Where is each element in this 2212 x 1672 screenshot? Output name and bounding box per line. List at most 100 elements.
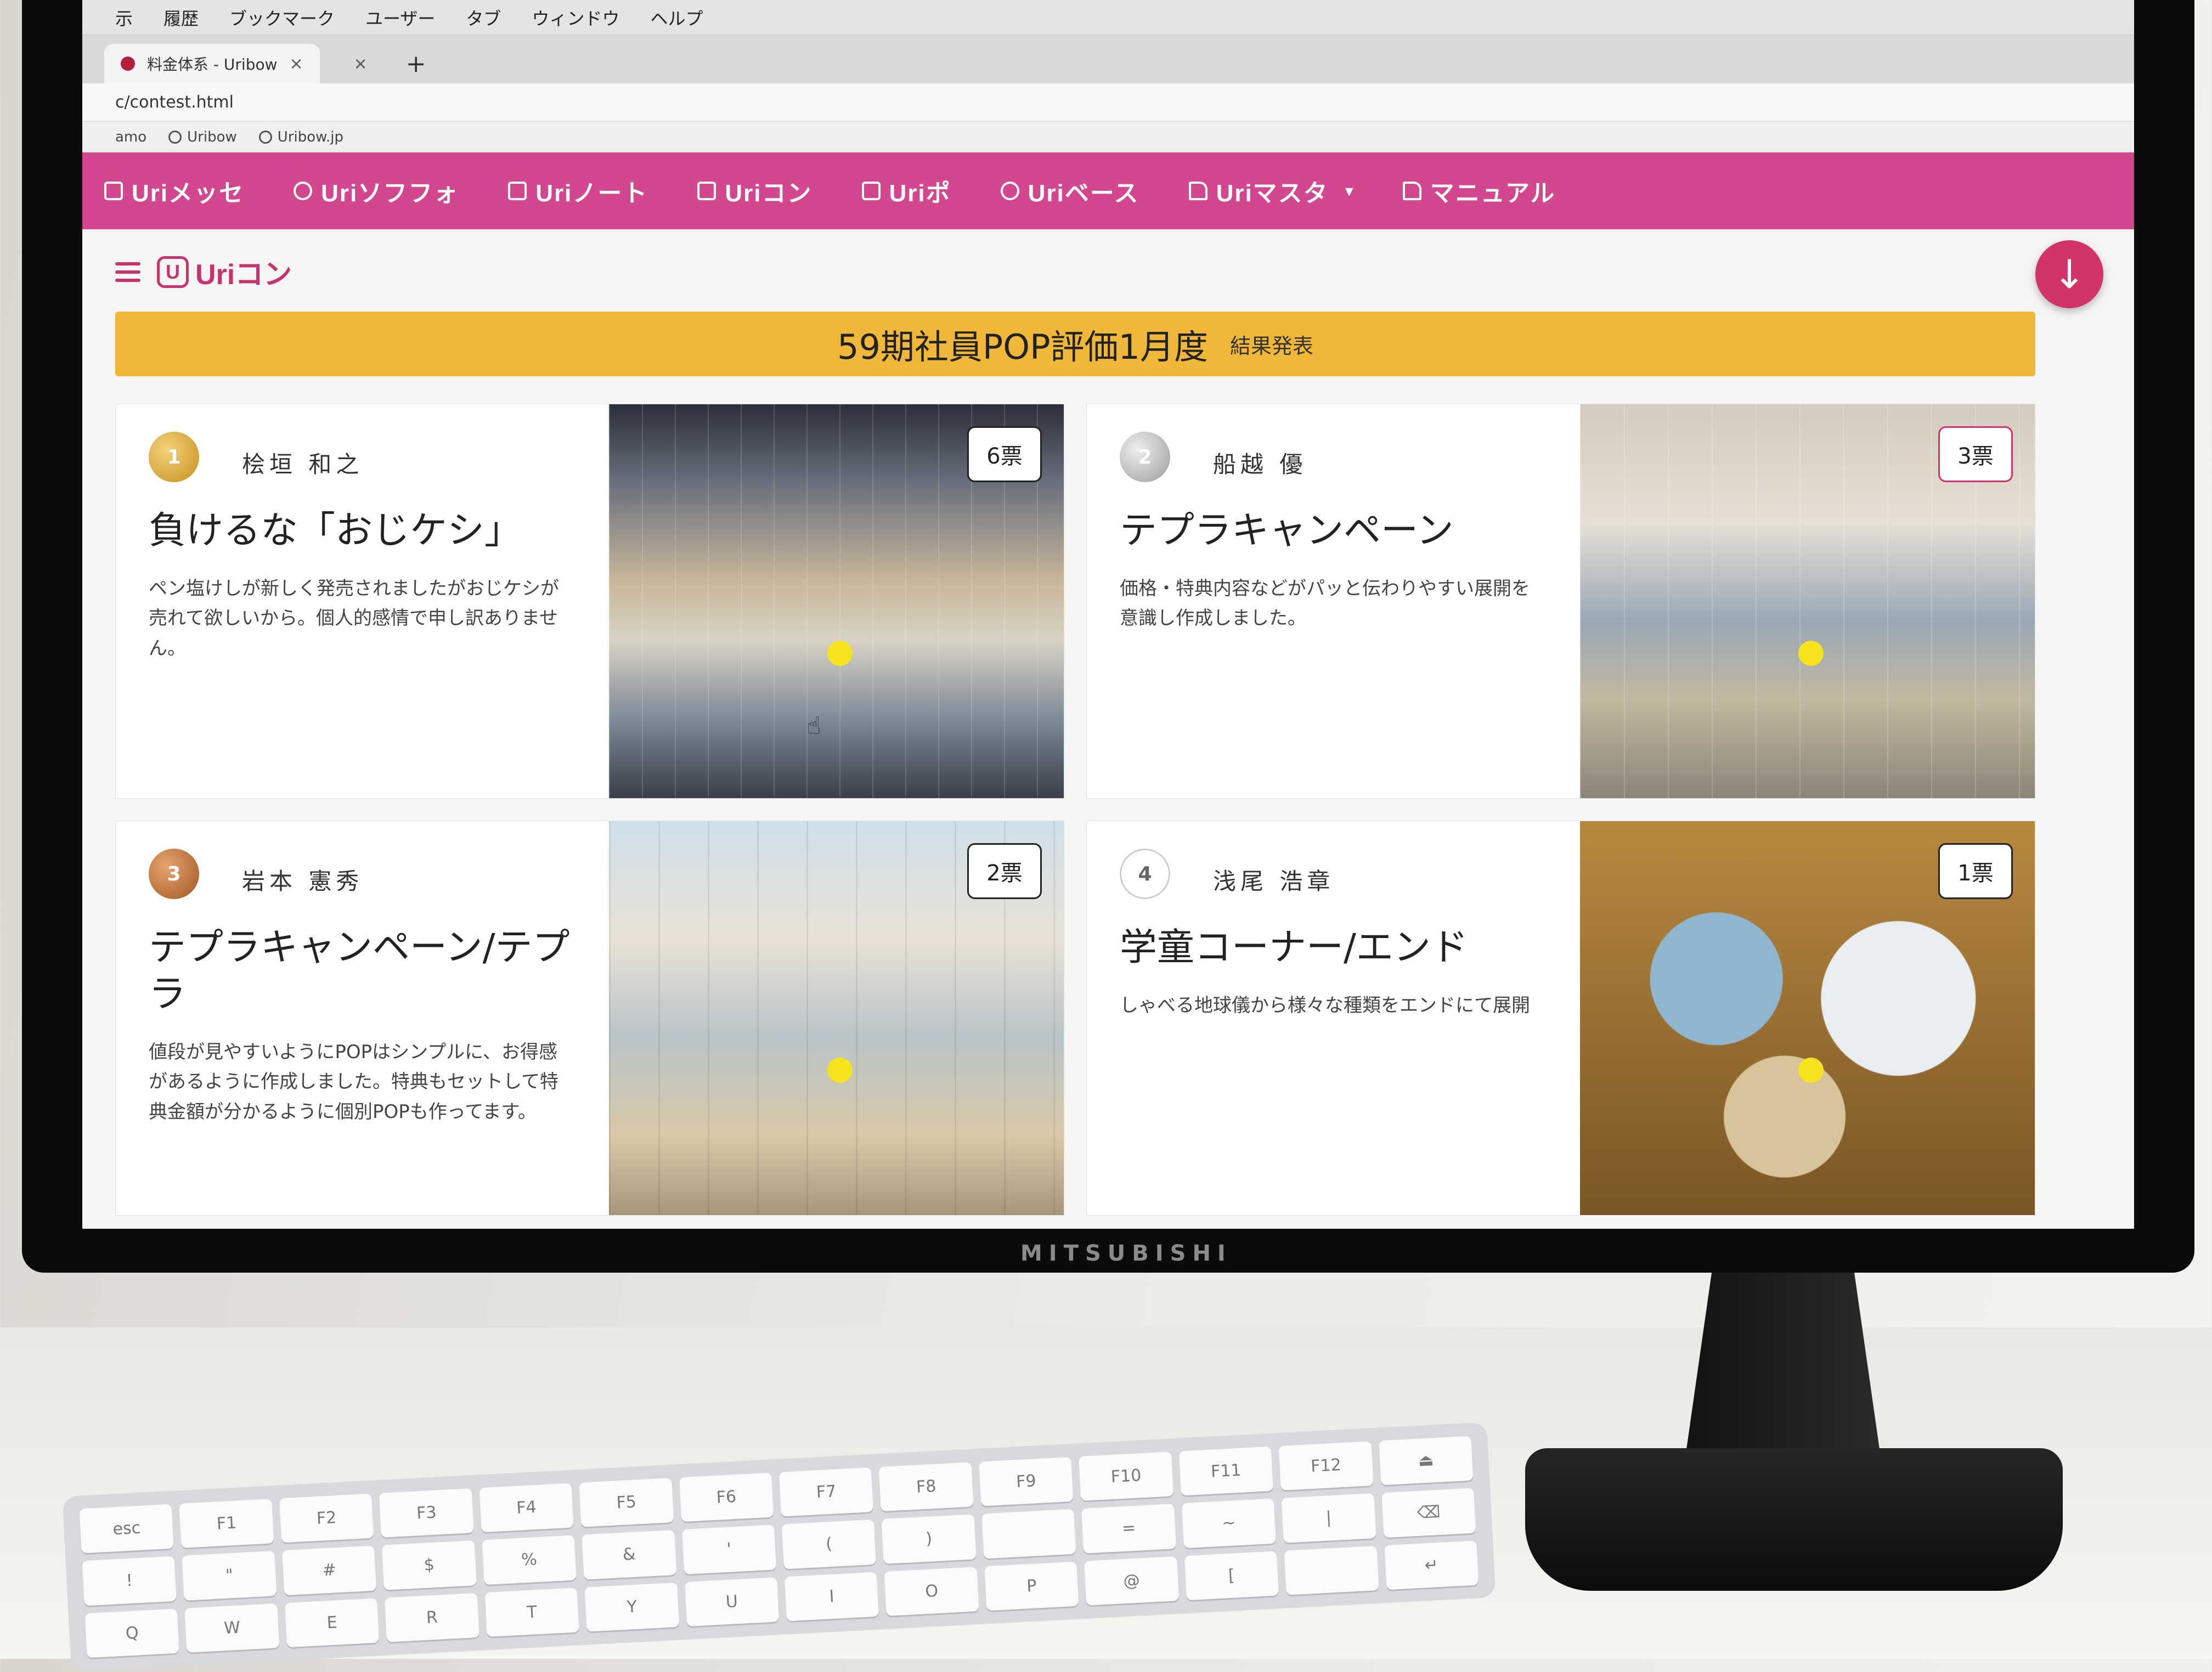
results-label: 結果発表 [1229, 334, 1313, 358]
menu-item[interactable]: ウィンドウ [532, 5, 619, 30]
entry-card[interactable]: 4 浅尾 浩章 学童コーナー/エンド しゃべる地球儀から様々な種類をエンドにて展… [1086, 821, 2035, 1216]
entry-photo[interactable]: 1票 [1579, 821, 2035, 1215]
key: F7 [778, 1467, 874, 1517]
info-icon [294, 182, 313, 200]
key: = [1081, 1504, 1176, 1554]
key: $ [382, 1540, 477, 1590]
base-icon [1000, 182, 1019, 200]
entry-description: しゃべる地球儀から様々な種類をエンドにて展開 [1120, 995, 1530, 1016]
entry-card[interactable]: 3 岩本 憲秀 テプラキャンペーン/テプラ 値段が見やすいようにPOPはシンプル… [115, 821, 1064, 1216]
tab-bar: 料金体系 - Uribow × × + [82, 35, 2134, 83]
entry-title: テプラキャンペーン/テプラ [149, 926, 570, 1016]
key: @ [1084, 1556, 1179, 1606]
nav-item-urinote[interactable]: Uriノート [508, 173, 648, 208]
menu-icon[interactable] [115, 261, 140, 283]
key: T [484, 1588, 579, 1637]
entry-description: 値段が見やすいようにPOPはシンプルに、お得感があるように作成しました。特典もセ… [149, 1041, 558, 1123]
entry-card[interactable]: 2 船越 優 テプラキャンペーン 価格・特典内容などがパッと伝わりやすい展開を意… [1086, 404, 2035, 799]
nav-label: Uriソフフォ [321, 180, 459, 207]
nav-item-urisoft[interactable]: Uriソフフォ [294, 173, 459, 208]
entry-info: 4 浅尾 浩章 学童コーナー/エンド しゃべる地球儀から様々な種類をエンドにて展… [1087, 821, 1580, 1215]
key: U [684, 1577, 780, 1626]
rank-medal: 4 [1120, 849, 1170, 899]
vote-count: 3票 [1938, 426, 2013, 482]
nav-item-manual[interactable]: マニュアル [1402, 173, 1556, 208]
key: F3 [379, 1488, 474, 1538]
nav-item-urimesse[interactable]: Uriメッセ [104, 173, 244, 208]
bookmark-item[interactable]: amo [115, 129, 146, 145]
key: ! [82, 1556, 177, 1606]
address-bar[interactable]: c/contest.html [82, 83, 2134, 122]
key: Y [584, 1582, 679, 1632]
folder-icon [1188, 182, 1207, 200]
key: F2 [279, 1493, 374, 1543]
url-text: c/contest.html [115, 93, 234, 112]
marker-icon [827, 1057, 853, 1083]
key: O [884, 1566, 979, 1616]
logo-text: Uriコン [195, 259, 292, 291]
scroll-down-button[interactable]: ↓ [2035, 240, 2103, 308]
tab-title: 料金体系 - Uribow [147, 55, 278, 74]
marker-icon [1798, 1057, 1824, 1083]
key [1284, 1545, 1379, 1595]
entry-info: 2 船越 優 テプラキャンペーン 価格・特典内容などがパッと伝わりやすい展開を意… [1087, 404, 1580, 798]
new-tab-button[interactable]: + [390, 50, 443, 83]
vote-count: 2票 [967, 843, 1042, 899]
book-icon [1402, 182, 1421, 200]
browser-tab[interactable]: × [325, 44, 384, 83]
menu-item[interactable]: ユーザー [365, 5, 435, 30]
entry-description: ペン塩けしが新しく発売されましたがおじケシが売れて欲しいから。個人的感情で申し訳… [149, 578, 559, 659]
entry-info: 3 岩本 憲秀 テプラキャンペーン/テプラ 値段が見やすいようにPOPはシンプル… [116, 821, 609, 1215]
menu-item[interactable]: ヘルプ [650, 5, 703, 30]
key: F9 [979, 1456, 1074, 1506]
key: F10 [1079, 1451, 1173, 1501]
close-icon[interactable]: × [290, 54, 303, 74]
nav-item-uricon[interactable]: Uriコン [697, 173, 812, 208]
chevron-down-icon[interactable]: ▾ [1345, 182, 1353, 201]
key: | [1281, 1493, 1376, 1543]
nav-item-uripo[interactable]: Uriポ [861, 173, 951, 208]
marker-icon [1798, 640, 1824, 666]
menu-item[interactable]: 示 [115, 5, 133, 30]
menu-item[interactable]: タブ [466, 5, 501, 30]
key: F6 [679, 1472, 774, 1522]
bookmark-item[interactable]: Uribow.jp [258, 129, 343, 145]
key: % [482, 1535, 577, 1585]
entry-photo[interactable]: 3票 [1579, 404, 2035, 798]
key: E [284, 1598, 380, 1648]
close-icon[interactable]: × [354, 54, 368, 74]
nav-item-uribase[interactable]: Uriベース [1000, 173, 1139, 208]
entry-author: 船越 優 [1213, 451, 1307, 478]
key: ~ [1181, 1499, 1277, 1549]
key: F4 [479, 1483, 574, 1533]
key [981, 1509, 1076, 1559]
rank-medal: 3 [149, 849, 199, 899]
main-content: U Uriコン ↓ 59期社員POP評価1月度 結果発表 1 桧垣 和之 負ける… [82, 229, 2134, 1229]
checkbox-icon [861, 182, 881, 200]
entry-card[interactable]: 1 桧垣 和之 負けるな「おじケシ」 ペン塩けしが新しく発売されましたがおじケシ… [115, 404, 1064, 799]
key: ⏏ [1378, 1436, 1474, 1485]
pointer-cursor-icon: ☝ [806, 712, 821, 740]
key: # [281, 1545, 377, 1595]
app-menubar: 示 履歴 ブックマーク ユーザー タブ ウィンドウ ヘルプ [82, 0, 2134, 35]
entry-photo[interactable]: 6票 [608, 404, 1064, 798]
site-nav: Uriメッセ Uriソフフォ Uriノート Uriコン Uriポ Uriベース [82, 152, 2134, 229]
menu-item[interactable]: 履歴 [163, 5, 199, 30]
entry-photo[interactable]: 2票 [608, 821, 1064, 1215]
nav-label: Uriポ [889, 180, 951, 207]
key: F8 [879, 1462, 974, 1512]
marker-icon [827, 640, 853, 666]
list-icon [697, 182, 716, 200]
nav-item-urimaster[interactable]: Uriマスタ [1188, 173, 1329, 208]
globe-icon [258, 131, 272, 144]
entry-author: 岩本 憲秀 [242, 868, 364, 895]
nav-label: Uriマスタ [1216, 180, 1329, 207]
key: Q [84, 1608, 180, 1658]
rank-medal: 1 [149, 432, 199, 482]
bookmark-item[interactable]: Uribow [168, 129, 237, 145]
screen: 示 履歴 ブックマーク ユーザー タブ ウィンドウ ヘルプ 料金体系 - Uri… [82, 0, 2134, 1229]
key: W [184, 1603, 280, 1653]
bookmarks-bar: amo Uribow Uribow.jp [82, 122, 2134, 152]
browser-tab[interactable]: 料金体系 - Uribow × [104, 44, 320, 83]
menu-item[interactable]: ブックマーク [229, 5, 335, 30]
